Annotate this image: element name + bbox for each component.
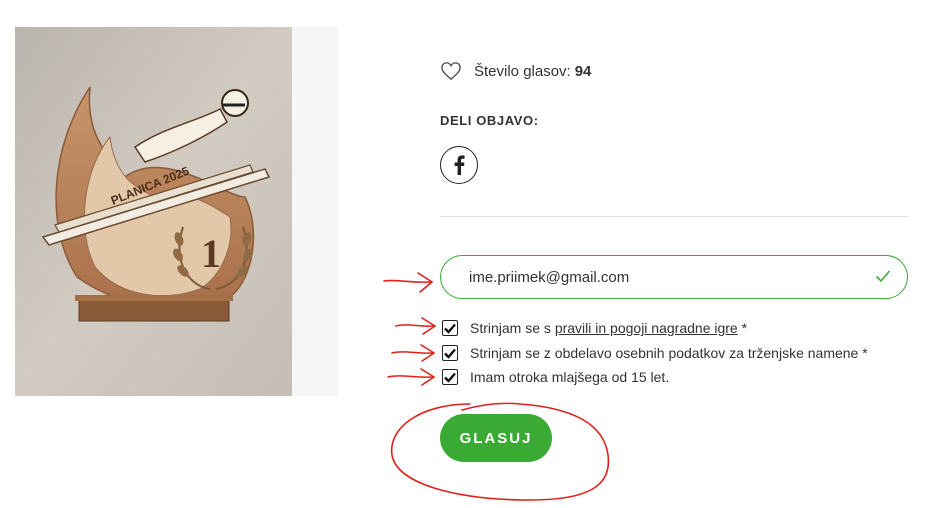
share-heading: DELI OBJAVO: <box>440 113 539 128</box>
heart-outline-icon[interactable] <box>440 61 462 81</box>
consent-marketing-label: Strinjam se z obdelavo osebnih podatkov … <box>470 345 868 361</box>
section-divider <box>440 216 908 217</box>
rules-link[interactable]: pravili in pogoji nagradne igre <box>555 320 738 336</box>
annotation-arrow-consent-child <box>387 368 436 386</box>
consent-child-age-checkbox[interactable] <box>442 369 458 385</box>
checkbox-check-icon <box>444 372 456 383</box>
trophy-number: 1 <box>201 231 221 276</box>
consent-rules-checkbox[interactable] <box>442 320 458 336</box>
consent-rules-prefix: Strinjam se s <box>470 320 555 336</box>
consent-marketing-checkbox[interactable] <box>442 345 458 361</box>
checkmark-icon <box>875 270 891 283</box>
consent-rules: Strinjam se s pravili in pogoji nagradne… <box>442 320 747 336</box>
consent-child-age: Imam otroka mlajšega od 15 let. <box>442 369 669 385</box>
drawing-image-frame: 1 PLANICA 2025 <box>15 27 338 396</box>
annotation-arrow-consent-rules <box>395 317 437 335</box>
consent-rules-suffix: * <box>737 320 748 336</box>
vote-count-label: Število glasov: <box>474 62 571 80</box>
consent-marketing: Strinjam se z obdelavo osebnih podatkov … <box>442 345 868 361</box>
annotation-arrow-email <box>383 272 434 293</box>
ski-jump-trophy-drawing: 1 PLANICA 2025 <box>15 27 292 396</box>
checkbox-check-icon <box>444 323 456 334</box>
vote-submit-button[interactable]: GLASUJ <box>440 414 552 462</box>
annotation-arrow-consent-marketing <box>391 344 436 362</box>
vote-count-value: 94 <box>574 62 592 80</box>
email-input[interactable] <box>467 267 851 287</box>
consent-child-age-label: Imam otroka mlajšega od 15 let. <box>470 369 670 385</box>
facebook-icon <box>454 155 465 175</box>
facebook-share-button[interactable] <box>440 146 478 184</box>
email-field[interactable] <box>440 255 908 299</box>
vote-count: Število glasov: 94 <box>440 60 591 82</box>
checkbox-check-icon <box>444 348 456 359</box>
